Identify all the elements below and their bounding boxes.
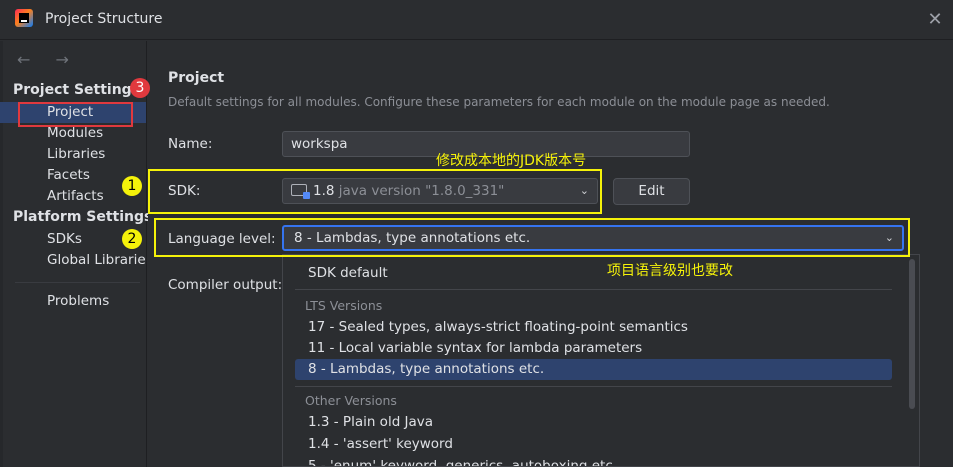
intellij-logo-icon bbox=[15, 9, 33, 27]
annotation-marker-2: 2 bbox=[122, 229, 142, 249]
sidebar-item-global-libraries[interactable]: Global Libraries bbox=[0, 250, 146, 271]
popup-group-lts: LTS Versions bbox=[305, 298, 383, 313]
compiler-output-label: Compiler output: bbox=[168, 277, 283, 293]
annotation-box-language-level bbox=[154, 218, 910, 257]
annotation-note-language: 项目语言级别也要改 bbox=[607, 263, 733, 279]
name-label: Name: bbox=[168, 136, 213, 152]
sidebar-item-problems[interactable]: Problems bbox=[0, 291, 146, 312]
annotation-note-sdk: 修改成本地的JDK版本号 bbox=[436, 153, 587, 169]
close-icon[interactable]: ✕ bbox=[923, 8, 947, 32]
edit-button[interactable]: Edit bbox=[613, 178, 690, 205]
popup-separator bbox=[295, 386, 892, 387]
popup-separator bbox=[295, 289, 892, 290]
title-bar: Project Structure ✕ bbox=[0, 0, 953, 40]
popup-item-17[interactable]: 17 - Sealed types, always-strict floatin… bbox=[308, 319, 688, 335]
annotation-marker-1: 1 bbox=[122, 176, 142, 196]
popup-scrollbar[interactable] bbox=[909, 259, 915, 409]
popup-item-sdk-default[interactable]: SDK default bbox=[308, 265, 388, 281]
sidebar-heading-project-settings: Project Settings bbox=[13, 82, 141, 98]
back-forward-arrows-icon[interactable]: ← → bbox=[17, 50, 79, 69]
language-level-popup: SDK default LTS Versions 17 - Sealed typ… bbox=[282, 254, 920, 467]
popup-item-11[interactable]: 11 - Local variable syntax for lambda pa… bbox=[308, 340, 642, 356]
popup-item-8-selected[interactable]: 8 - Lambdas, type annotations etc. bbox=[308, 361, 544, 377]
annotation-box-project bbox=[18, 102, 133, 127]
page-title: Project bbox=[168, 70, 225, 86]
sidebar-item-libraries[interactable]: Libraries bbox=[0, 144, 146, 165]
annotation-marker-3: 3 bbox=[130, 78, 150, 98]
page-description: Default settings for all modules. Config… bbox=[168, 95, 830, 109]
popup-group-other: Other Versions bbox=[305, 393, 397, 408]
sidebar-heading-platform-settings: Platform Settings bbox=[13, 209, 153, 225]
popup-item-1-4[interactable]: 1.4 - 'assert' keyword bbox=[308, 436, 453, 452]
sidebar-divider bbox=[15, 282, 140, 283]
popup-item-1-3[interactable]: 1.3 - Plain old Java bbox=[308, 414, 433, 430]
window-title: Project Structure bbox=[45, 11, 163, 27]
popup-item-5[interactable]: 5 - 'enum' keyword, generics, autoboxing… bbox=[308, 458, 617, 466]
annotation-box-sdk bbox=[148, 169, 602, 214]
